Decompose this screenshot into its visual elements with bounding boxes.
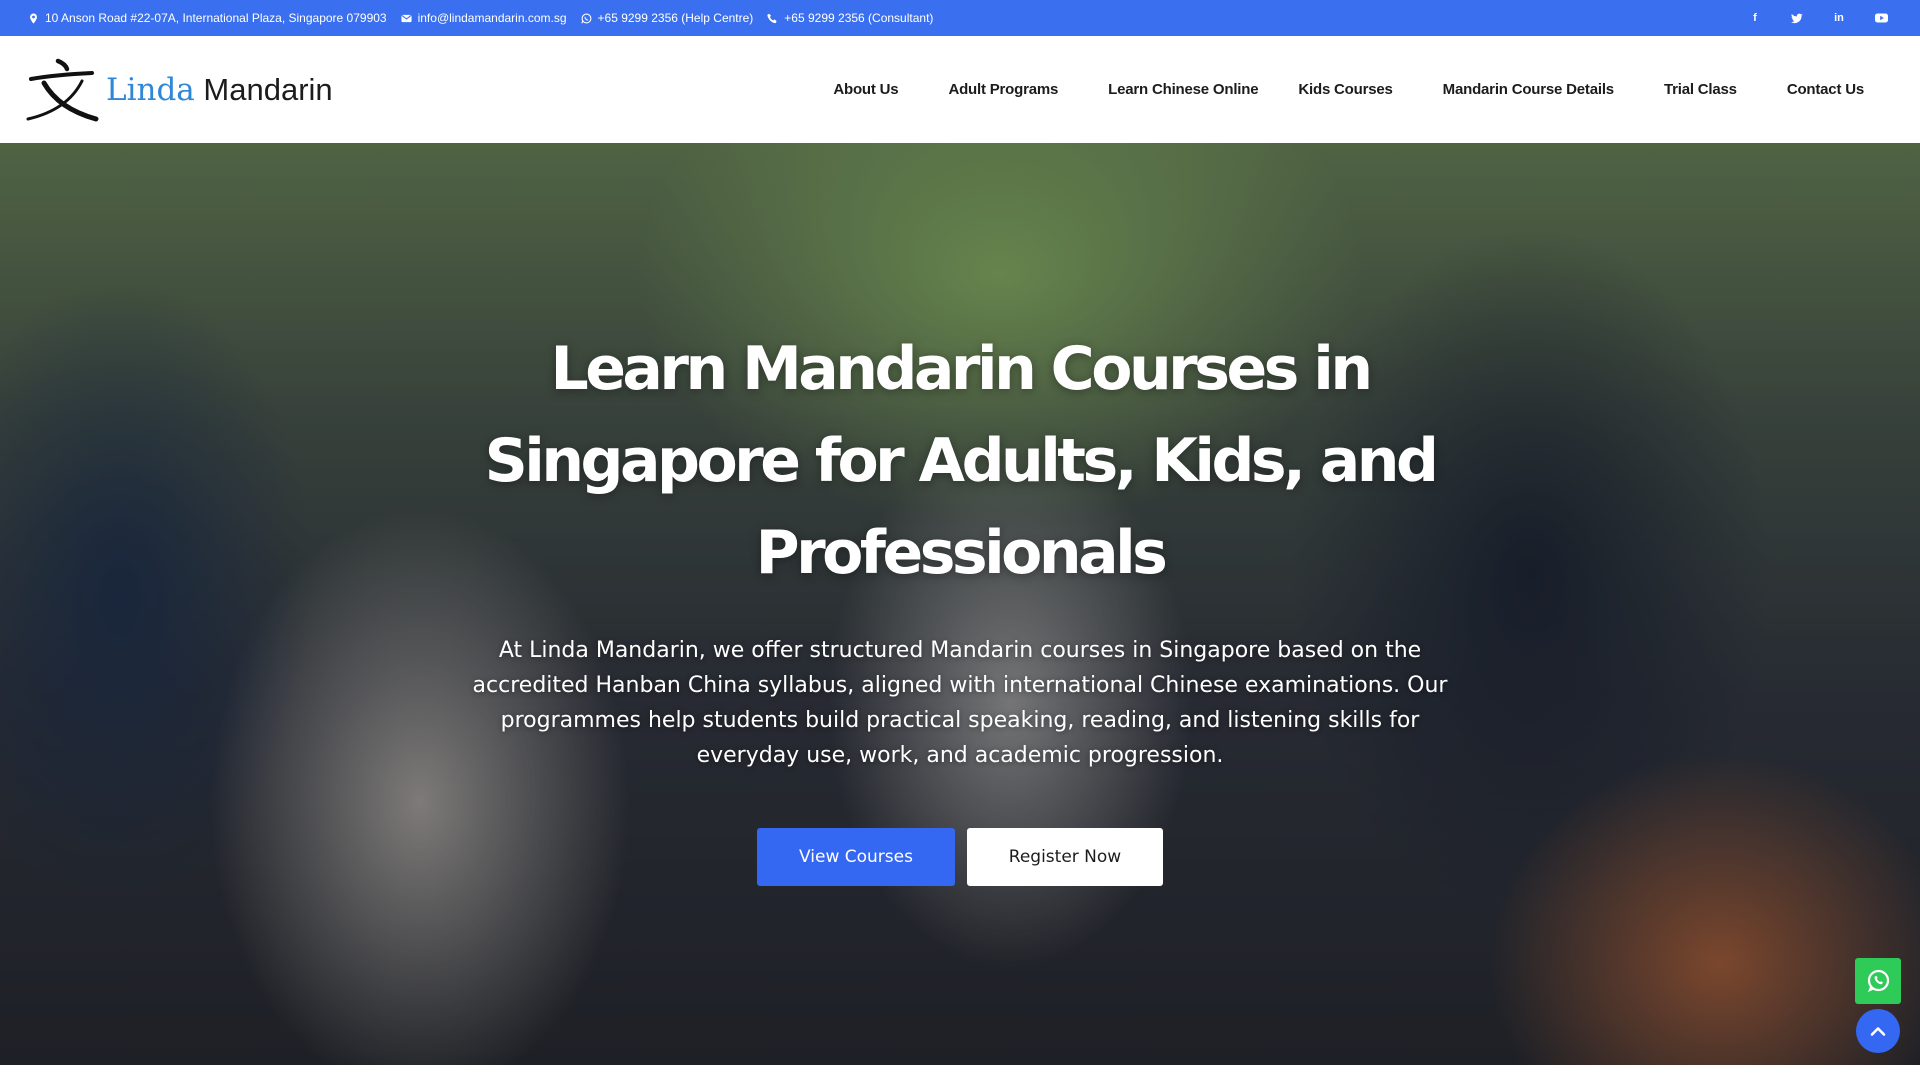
address-item: 10 Anson Road #22-07A, International Pla…: [28, 11, 387, 25]
view-courses-button[interactable]: View Courses: [757, 828, 955, 886]
email-item[interactable]: info@lindamandarin.com.sg: [401, 11, 567, 25]
site-logo[interactable]: Linda Mandarin: [22, 57, 333, 123]
twitter-icon[interactable]: [1790, 11, 1804, 25]
envelope-icon: [401, 14, 412, 22]
chinese-character-logo-icon: [26, 58, 99, 121]
whatsapp-item[interactable]: +65 9299 2356 (Help Centre): [580, 11, 754, 25]
nav-adult-programs[interactable]: Adult Programs: [948, 81, 1058, 98]
linkedin-icon[interactable]: in: [1832, 11, 1846, 25]
nav-trial-class[interactable]: Trial Class: [1664, 81, 1737, 98]
phone-link[interactable]: +65 9299 2356 (Consultant): [784, 11, 933, 25]
map-pin-icon: [30, 12, 37, 24]
whatsapp-link[interactable]: +65 9299 2356 (Help Centre): [598, 11, 754, 25]
address-text: 10 Anson Road #22-07A, International Pla…: [45, 11, 387, 25]
email-link[interactable]: info@lindamandarin.com.sg: [418, 11, 567, 25]
logo-wordmark: Linda Mandarin: [106, 74, 333, 106]
chevron-up-icon: [1870, 1027, 1886, 1036]
site-header: Linda Mandarin About Us Adult Programs L…: [0, 36, 1920, 143]
top-info-bar: 10 Anson Road #22-07A, International Pla…: [0, 0, 1920, 36]
hero-content: Learn Mandarin Courses in Singapore for …: [0, 143, 1920, 886]
logo-mandarin: Mandarin: [203, 71, 333, 107]
whatsapp-small-icon: [580, 13, 591, 23]
hero-section: Learn Mandarin Courses in Singapore for …: [0, 143, 1920, 1065]
phone-item[interactable]: +65 9299 2356 (Consultant): [767, 11, 933, 25]
nav-about-us[interactable]: About Us: [833, 81, 898, 98]
nav-kids-courses[interactable]: Kids Courses: [1298, 81, 1392, 98]
hero-title: Learn Mandarin Courses in Singapore for …: [484, 334, 1439, 588]
nav-learn-chinese-online[interactable]: Learn Chinese Online: [1108, 81, 1258, 98]
phone-icon: [767, 13, 777, 23]
hero-description: At Linda Mandarin, we offer structured M…: [472, 638, 1448, 768]
contact-info: 10 Anson Road #22-07A, International Pla…: [28, 11, 933, 25]
hero-buttons: View Courses Register Now: [757, 828, 1163, 886]
whatsapp-icon: [1867, 969, 1890, 992]
logo-linda: Linda: [106, 71, 195, 108]
nav-mandarin-course-details[interactable]: Mandarin Course Details: [1443, 81, 1614, 98]
facebook-icon[interactable]: f: [1748, 11, 1762, 25]
youtube-icon[interactable]: [1874, 11, 1888, 25]
back-to-top-button[interactable]: [1856, 1009, 1900, 1053]
register-now-button[interactable]: Register Now: [967, 828, 1163, 886]
whatsapp-chat-button[interactable]: [1855, 958, 1901, 1004]
main-nav: About Us Adult Programs Learn Chinese On…: [833, 81, 1864, 98]
social-links: f in: [1748, 11, 1892, 25]
nav-contact-us[interactable]: Contact Us: [1787, 81, 1864, 98]
